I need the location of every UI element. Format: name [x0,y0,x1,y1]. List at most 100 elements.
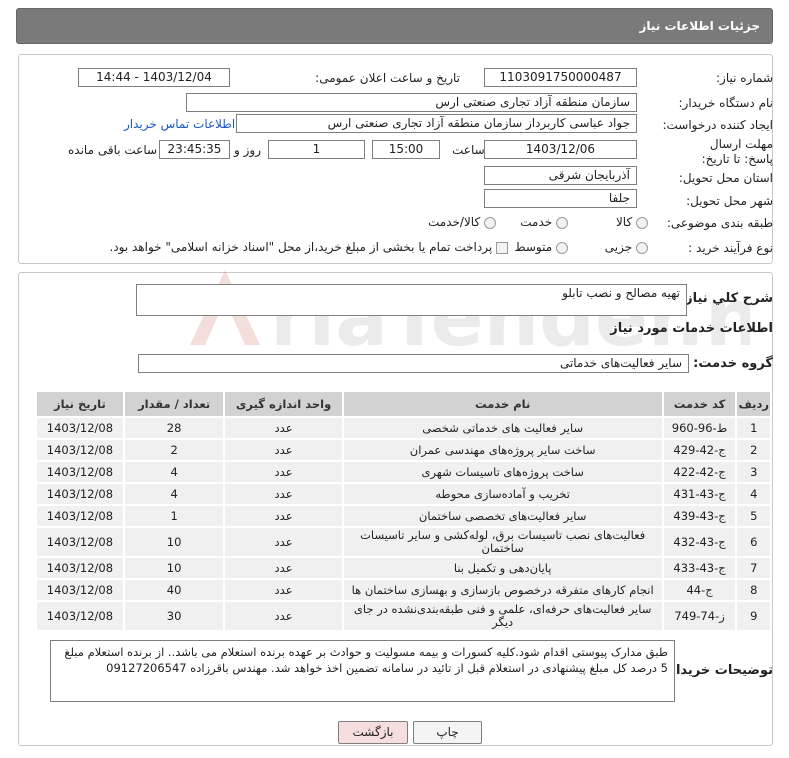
days-left-field[interactable]: 1 [268,140,365,159]
city-field[interactable]: جلفا [484,189,637,208]
cell-row-number: 6 [735,526,772,558]
contact-buyer-link[interactable]: اطلاعات تماس خریدار [124,117,235,131]
category-label: طبقه بندی موضوعی: [666,216,773,230]
cell-service-code: ج-43-433 [661,556,738,580]
col-row-number: ردیف [735,390,772,418]
cell-unit: عدد [223,578,344,602]
cell-service-code: ج-44 [661,578,738,602]
col-unit: واحد اندازه گیری [223,390,344,418]
cell-row-number: 2 [735,438,772,462]
announce-datetime-label: تاریخ و ساعت اعلان عمومی: [315,71,460,85]
cell-unit: عدد [223,526,344,558]
services-info-heading: اطلاعات خدمات مورد نیاز [610,321,773,336]
category-option-goods[interactable]: کالا [616,215,648,229]
treasury-payment-option[interactable]: پرداخت تمام یا بخشی از مبلغ خرید،از محل … [109,240,508,254]
need-number-field[interactable]: 1103091750000487 [484,68,637,87]
cell-service-name: انجام کارهای متفرقه درخصوص بازسازی و بهس… [341,578,664,602]
table-row: 1 ط-96-960 سایر فعالیت های خدماتی شخصی ع… [35,416,772,440]
announce-datetime-field[interactable]: 1403/12/04 - 14:44 [78,68,230,87]
requester-field[interactable]: جواد عباسی کاربرداز سازمان منطقه آزاد تج… [236,114,637,133]
cell-row-number: 9 [735,600,772,632]
cell-quantity: 10 [122,556,226,580]
cell-need-date: 1403/12/08 [35,600,125,632]
deadline-time-field[interactable]: 15:00 [372,140,440,159]
cell-service-code: ج-43-431 [661,482,738,506]
services-table: ردیف کد خدمت نام خدمت واحد اندازه گیری ت… [35,390,772,632]
cell-need-date: 1403/12/08 [35,578,125,602]
cell-service-code: ط-96-960 [661,416,738,440]
cell-quantity: 28 [122,416,226,440]
cell-service-code: ج-42-429 [661,438,738,462]
cell-row-number: 8 [735,578,772,602]
process-type-label: نوع فرآیند خرید : [688,241,773,255]
cell-need-date: 1403/12/08 [35,556,125,580]
cell-unit: عدد [223,460,344,484]
cell-row-number: 1 [735,416,772,440]
radio-goods-service[interactable] [484,216,496,229]
category-option-goods-service[interactable]: کالا/خدمت [428,215,496,229]
process-option-medium[interactable]: متوسط [514,240,568,254]
buyer-org-label: نام دستگاه خریدار: [678,96,774,110]
radio-service[interactable] [556,216,568,229]
cell-service-name: سایر فعالیت های خدماتی شخصی [341,416,664,440]
cell-service-code: ج-42-422 [661,460,738,484]
cell-service-code: ج-43-432 [661,526,738,558]
cell-unit: عدد [223,600,344,632]
cell-unit: عدد [223,556,344,580]
need-number-label: شماره نیاز: [716,71,773,85]
cell-unit: عدد [223,416,344,440]
col-quantity: تعداد / مقدار [122,390,226,418]
process-option-minor[interactable]: جزیی [605,240,648,254]
cell-quantity: 40 [122,578,226,602]
cell-need-date: 1403/12/08 [35,416,125,440]
deadline-date-field[interactable]: 1403/12/06 [484,140,637,159]
cell-row-number: 4 [735,482,772,506]
cell-quantity: 4 [122,460,226,484]
service-group-label: گروه خدمت: [693,356,773,371]
print-button[interactable]: چاپ [413,721,482,744]
cell-unit: عدد [223,482,344,506]
cell-quantity: 30 [122,600,226,632]
cell-quantity: 2 [122,438,226,462]
deadline-label: مهلت ارسال پاسخ: تا تاریخ: [701,137,773,166]
col-need-date: تاریخ نیاز [35,390,125,418]
cell-unit: عدد [223,438,344,462]
table-row: 3 ج-42-422 ساخت پروژه‌های تاسیسات شهری ع… [35,460,772,484]
treasury-checkbox[interactable] [496,241,508,254]
cell-need-date: 1403/12/08 [35,482,125,506]
cell-quantity: 10 [122,526,226,558]
table-row: 7 ج-43-433 پایان‌دهی و تکمیل بنا عدد 10 … [35,556,772,580]
cell-need-date: 1403/12/08 [35,438,125,462]
province-label: استان محل تحویل: [678,171,773,185]
deadline-time-label: ساعت [452,143,485,157]
cell-row-number: 5 [735,504,772,528]
time-left-field[interactable]: 23:45:35 [159,140,230,159]
buyer-notes-field[interactable]: طبق مدارک پیوستی اقدام شود.کلیه کسورات و… [50,640,675,702]
general-desc-field[interactable]: تهیه مصالح و نصب تابلو [136,284,687,316]
table-row: 9 ز-74-749 سایر فعالیت‌های حرفه‌ای، علمی… [35,600,772,632]
radio-minor[interactable] [636,241,648,254]
cell-need-date: 1403/12/08 [35,460,125,484]
buyer-org-field[interactable]: سازمان منطقه آزاد تجاری صنعتی ارس [186,93,637,112]
radio-goods[interactable] [636,216,648,229]
col-service-name: نام خدمت [341,390,664,418]
cell-row-number: 7 [735,556,772,580]
category-option-service[interactable]: خدمت [520,215,568,229]
cell-service-code: ز-74-749 [661,600,738,632]
cell-service-name: سایر فعالیت‌های تخصصی ساختمان [341,504,664,528]
cell-service-name: تخریب و آماده‌سازی محوطه [341,482,664,506]
cell-quantity: 1 [122,504,226,528]
cell-service-name: فعالیت‌های نصب تاسیسات برق، لوله‌کشی و س… [341,526,664,558]
province-field[interactable]: آذربایجان شرقی [484,166,637,185]
cell-service-name: ساخت پروژه‌های تاسیسات شهری [341,460,664,484]
table-row: 5 ج-43-439 سایر فعالیت‌های تخصصی ساختمان… [35,504,772,528]
back-button[interactable]: بازگشت [338,721,408,744]
days-word-label: روز و [234,143,261,157]
table-row: 6 ج-43-432 فعالیت‌های نصب تاسیسات برق، ل… [35,526,772,558]
radio-medium[interactable] [556,241,568,254]
table-row: 8 ج-44 انجام کارهای متفرقه درخصوص بازساز… [35,578,772,602]
page-header: جزئیات اطلاعات نیاز [16,8,773,44]
service-group-field[interactable]: سایر فعالیت‌های خدماتی [138,354,689,373]
col-service-code: کد خدمت [661,390,738,418]
cell-service-name: ساخت سایر پروژه‌های مهندسی عمران [341,438,664,462]
